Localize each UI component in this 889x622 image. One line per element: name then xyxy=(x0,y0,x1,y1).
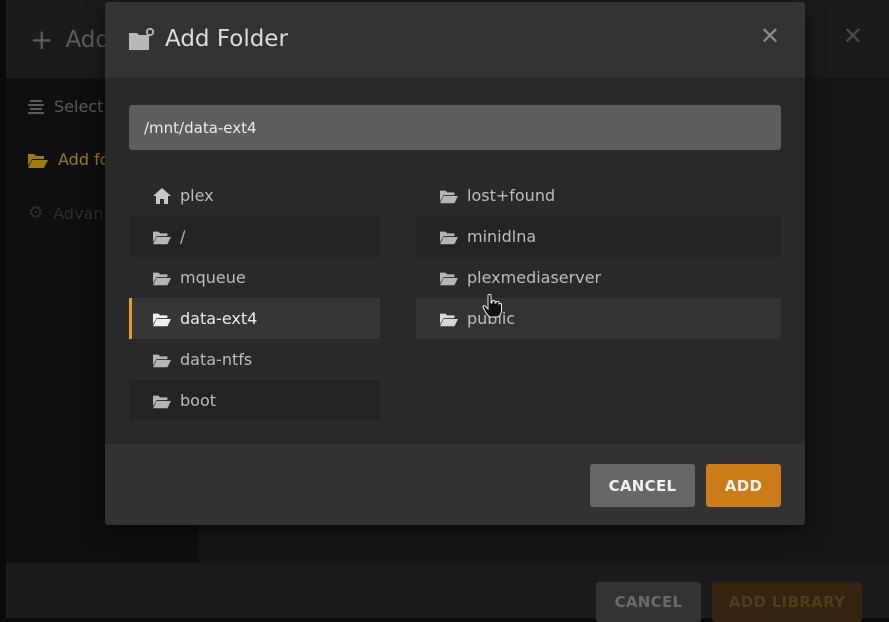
folder-open-icon xyxy=(153,270,171,286)
folder-item-label: lost+found xyxy=(467,186,556,205)
close-icon[interactable]: ✕ xyxy=(760,24,780,48)
add-button[interactable]: ADD xyxy=(706,464,781,507)
folder-path-input[interactable] xyxy=(129,105,781,150)
folder-open-icon xyxy=(153,393,171,409)
sidebar-item-advanced[interactable]: ⚙ Advan xyxy=(28,203,103,223)
folder-item-label: data-ntfs xyxy=(180,350,253,369)
folder-item-label: mqueue xyxy=(180,268,246,287)
add-library-title: + Add xyxy=(30,26,110,54)
cancel-button[interactable]: CANCEL xyxy=(590,464,695,507)
folder-item-label: plexmediaserver xyxy=(467,268,602,287)
sidebar-item-label: Advan xyxy=(53,203,104,223)
folder-add-icon xyxy=(129,28,155,50)
folder-open-icon xyxy=(153,311,171,327)
folder-item[interactable]: mqueue xyxy=(129,257,380,298)
folder-item[interactable]: plex xyxy=(129,175,380,216)
folder-item-label: boot xyxy=(180,391,217,410)
sidebar-item-label: Add fo xyxy=(58,150,110,169)
folder-open-icon xyxy=(153,229,171,245)
modal-header: Add Folder ✕ xyxy=(105,2,805,79)
folder-list-right: lost+found minidlna plexmediaserver publ… xyxy=(416,175,781,339)
folder-open-icon xyxy=(440,270,458,286)
folder-item[interactable]: boot xyxy=(129,380,380,421)
plus-icon: + xyxy=(30,23,54,56)
modal-footer: CANCEL ADD xyxy=(105,444,805,525)
library-cancel-button[interactable]: CANCEL xyxy=(596,582,701,622)
add-library-button[interactable]: ADD LIBRARY xyxy=(712,582,862,622)
folder-item[interactable]: plexmediaserver xyxy=(416,257,781,298)
folder-item-label: minidlna xyxy=(467,227,537,246)
folder-open-icon xyxy=(440,311,458,327)
sidebar-item-add-folders[interactable]: Add fo xyxy=(28,150,109,169)
folder-item[interactable]: / xyxy=(129,216,380,257)
folder-open-icon xyxy=(440,188,458,204)
add-folder-modal: Add Folder ✕ plex / mqueue data-ext4 dat… xyxy=(105,2,805,525)
home-icon xyxy=(153,187,171,204)
folder-item-label: plex xyxy=(180,186,214,205)
folder-open-icon xyxy=(153,352,171,368)
folder-open-icon xyxy=(440,229,458,245)
folder-item-label: / xyxy=(180,227,186,246)
sidebar-item-select-type[interactable]: Select xyxy=(28,97,103,116)
add-library-footer: CANCEL ADD LIBRARY xyxy=(6,563,889,622)
folder-list-left: plex / mqueue data-ext4 data-ntfs boot xyxy=(129,175,380,421)
folder-item-hovered[interactable]: public xyxy=(416,298,781,339)
modal-title-text: Add Folder xyxy=(165,26,288,52)
gear-icon: ⚙ xyxy=(28,203,44,223)
modal-title: Add Folder xyxy=(129,26,288,52)
folder-open-icon xyxy=(28,153,48,168)
close-icon[interactable]: ✕ xyxy=(843,24,863,48)
list-icon xyxy=(28,99,44,114)
folder-item-selected[interactable]: data-ext4 xyxy=(129,298,380,339)
folder-item-label: data-ext4 xyxy=(180,309,258,328)
add-library-title-text: Add xyxy=(65,27,110,53)
sidebar-item-label: Select xyxy=(54,97,104,116)
folder-item[interactable]: data-ntfs xyxy=(129,339,380,380)
hand-cursor-icon xyxy=(482,294,502,318)
folder-item[interactable]: minidlna xyxy=(416,216,781,257)
folder-item[interactable]: lost+found xyxy=(416,175,781,216)
